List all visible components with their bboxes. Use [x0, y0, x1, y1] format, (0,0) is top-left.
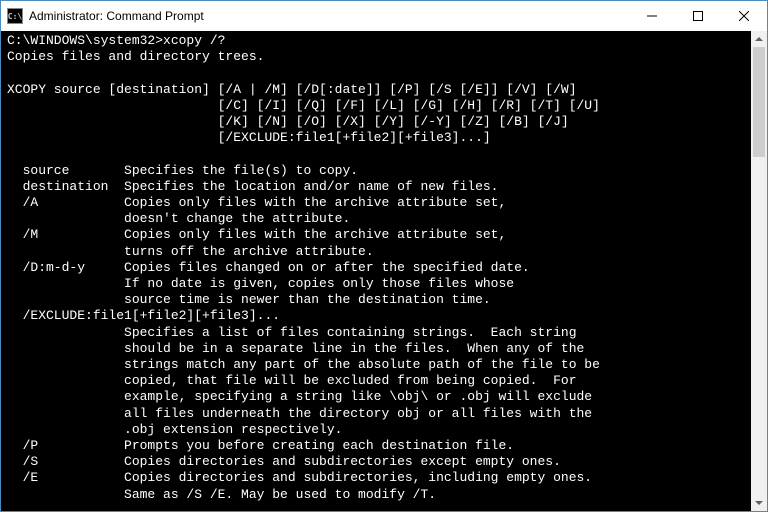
window-controls: [629, 1, 767, 31]
command-prompt-window: C:\ Administrator: Command Prompt C:\WIN…: [0, 0, 768, 512]
titlebar[interactable]: C:\ Administrator: Command Prompt: [1, 1, 767, 31]
scrollbar-thumb[interactable]: [753, 47, 765, 157]
param-line: /A Copies only files with the archive at…: [7, 195, 506, 210]
scroll-down-arrow-icon[interactable]: [751, 495, 767, 511]
param-line: source time is newer than the destinatio…: [7, 292, 491, 307]
param-line: destination Specifies the location and/o…: [7, 179, 498, 194]
param-line: strings match any part of the absolute p…: [7, 357, 600, 372]
maximize-button[interactable]: [675, 1, 721, 31]
param-line: /E Copies directories and subdirectories…: [7, 470, 592, 485]
param-line: Specifies a list of files containing str…: [7, 325, 577, 340]
syntax-line: XCOPY source [destination] [/A | /M] [/D…: [7, 82, 577, 97]
param-line: /P Prompts you before creating each dest…: [7, 438, 514, 453]
scroll-up-arrow-icon[interactable]: [751, 31, 767, 47]
syntax-line: [/EXCLUDE:file1[+file2][+file3]...]: [7, 130, 491, 145]
param-line: /S Copies directories and subdirectories…: [7, 454, 561, 469]
param-line: source Specifies the file(s) to copy.: [7, 163, 358, 178]
param-line: .obj extension respectively.: [7, 422, 342, 437]
syntax-line: [/K] [/N] [/O] [/X] [/Y] [/-Y] [/Z] [/B]…: [7, 114, 569, 129]
close-button[interactable]: [721, 1, 767, 31]
param-line: If no date is given, copies only those f…: [7, 276, 514, 291]
description-line: Copies files and directory trees.: [7, 49, 264, 64]
param-line: doesn't change the attribute.: [7, 211, 350, 226]
param-line: copied, that file will be excluded from …: [7, 373, 577, 388]
cmd-icon: C:\: [7, 8, 23, 24]
param-line: turns off the archive attribute.: [7, 244, 374, 259]
terminal-output[interactable]: C:\WINDOWS\system32>xcopy /? Copies file…: [1, 31, 751, 511]
scrollbar-track[interactable]: [751, 47, 767, 495]
param-line: /M Copies only files with the archive at…: [7, 227, 506, 242]
content-area: C:\WINDOWS\system32>xcopy /? Copies file…: [1, 31, 767, 511]
window-title: Administrator: Command Prompt: [29, 9, 629, 23]
prompt-line: C:\WINDOWS\system32>xcopy /?: [7, 33, 225, 48]
param-line: /EXCLUDE:file1[+file2][+file3]...: [7, 308, 280, 323]
param-line: example, specifying a string like \obj\ …: [7, 389, 592, 404]
param-line: Same as /S /E. May be used to modify /T.: [7, 487, 436, 502]
param-line: /D:m-d-y Copies files changed on or afte…: [7, 260, 530, 275]
syntax-line: [/C] [/I] [/Q] [/F] [/L] [/G] [/H] [/R] …: [7, 98, 600, 113]
param-line: should be in a separate line in the file…: [7, 341, 584, 356]
vertical-scrollbar[interactable]: [751, 31, 767, 511]
minimize-button[interactable]: [629, 1, 675, 31]
param-line: all files underneath the directory obj o…: [7, 406, 592, 421]
